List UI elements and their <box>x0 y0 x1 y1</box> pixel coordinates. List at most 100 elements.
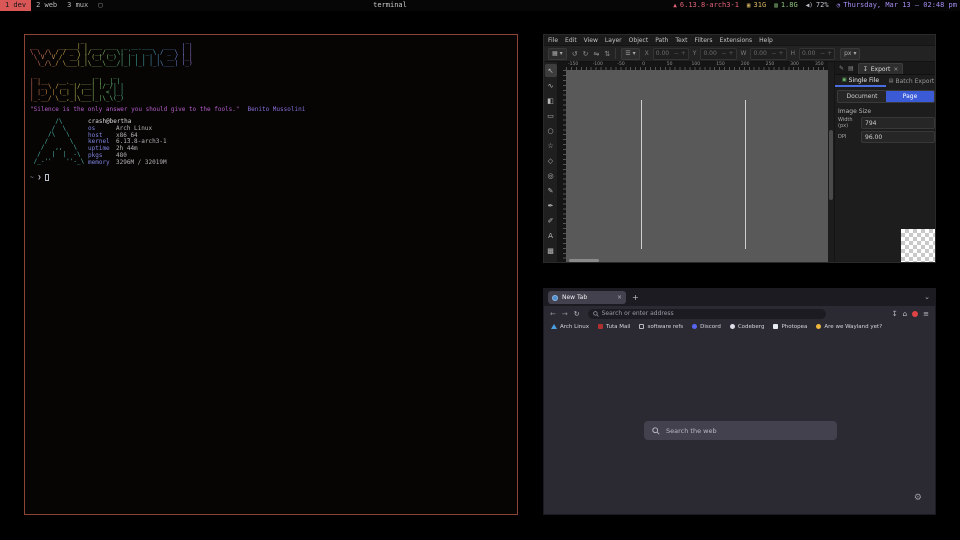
rotate-cw-icon[interactable]: ↻ <box>583 50 589 58</box>
export-area-page-button[interactable]: Page <box>886 91 934 102</box>
inkscape-canvas[interactable] <box>566 70 828 263</box>
menu-extensions[interactable]: Extensions <box>720 37 753 44</box>
gradient-tool[interactable]: ▩ <box>545 244 557 257</box>
ruler-label: 50 <box>667 62 673 67</box>
menu-icon[interactable]: ≡ <box>923 310 929 318</box>
home-icon[interactable]: ⌂ <box>903 310 907 318</box>
volume-text: 72% <box>816 0 829 11</box>
width-input[interactable]: 794 <box>861 117 935 129</box>
export-tab-batch-export[interactable]: ▤Batch Export <box>886 75 936 87</box>
shape-builder-tool[interactable]: ◧ <box>545 94 557 107</box>
menu-view[interactable]: View <box>584 37 598 44</box>
text-tool[interactable]: A <box>545 229 557 242</box>
kernel-icon: ▲ <box>673 0 677 11</box>
bookmark-codeberg[interactable]: Codeberg <box>730 324 765 330</box>
field-h[interactable]: 0.00−+ <box>799 48 835 60</box>
selector-tool[interactable]: ↖ <box>545 64 557 77</box>
flip-horizontal-icon[interactable]: ⇋ <box>593 50 599 58</box>
workspace-dev[interactable]: 1 dev <box>0 0 31 11</box>
calligraphy-tool[interactable]: ✐ <box>545 214 557 227</box>
rectangle-tool[interactable]: ▭ <box>545 109 557 122</box>
plus-icon[interactable]: + <box>827 50 832 57</box>
snap-dropdown[interactable]: ☰▾ <box>621 48 639 60</box>
plus-icon[interactable]: + <box>728 50 733 57</box>
workspace-web[interactable]: 2 web <box>31 0 62 11</box>
box3d-tool[interactable]: ◇ <box>545 154 557 167</box>
menu-edit[interactable]: Edit <box>565 37 577 44</box>
rotate-ccw-icon[interactable]: ↺ <box>572 50 578 58</box>
new-tab-button[interactable]: + <box>632 293 639 302</box>
terminal-window[interactable]: _ _ __ _____| | ___ ___ _ __ ___ ___ | |… <box>24 34 518 515</box>
width-label: Width (px) <box>838 117 858 129</box>
quote-line: "Silence is the only answer you should g… <box>30 106 305 113</box>
vertical-scrollbar-thumb[interactable] <box>829 130 833 200</box>
horizontal-scrollbar-thumb[interactable] <box>569 259 599 262</box>
bookmark-discord[interactable]: Discord <box>692 324 721 330</box>
clock-module[interactable]: ◔Thursday, Mar 13 — 02:48 pm <box>837 0 957 11</box>
node-tool[interactable]: ∿ <box>545 79 557 92</box>
field-w[interactable]: 0.00−+ <box>750 48 786 60</box>
disk-module[interactable]: ▣31G <box>747 0 766 11</box>
field-x[interactable]: 0.00−+ <box>653 48 689 60</box>
vertical-ruler[interactable] <box>558 70 566 263</box>
field-y[interactable]: 0.00−+ <box>700 48 736 60</box>
shell-prompt[interactable]: ~ ❯ <box>30 174 49 181</box>
menu-layer[interactable]: Layer <box>605 37 622 44</box>
close-icon[interactable]: × <box>893 66 898 73</box>
field-value: 0.00 <box>703 50 719 57</box>
extension-icon[interactable] <box>912 311 918 317</box>
star-tool[interactable]: ☆ <box>545 139 557 152</box>
inkscape-window[interactable]: File Edit View Layer Object Path Text Filters Ex… <box>543 34 936 263</box>
minus-icon[interactable]: − <box>771 50 776 57</box>
forward-icon[interactable]: → <box>562 310 568 318</box>
bookmark-photopea[interactable]: Photopea <box>773 324 807 330</box>
bookmark-folder[interactable]: software refs <box>639 324 683 330</box>
menu-help[interactable]: Help <box>759 37 773 44</box>
memory-module[interactable]: ▥1.8G <box>774 0 797 11</box>
kernel-module[interactable]: ▲6.13.8-arch3-1 <box>673 0 739 11</box>
volume-module[interactable]: ◀)72% <box>806 0 829 11</box>
plus-icon[interactable]: + <box>681 50 686 57</box>
bookmark-wayland[interactable]: Are we Wayland yet? <box>816 324 882 330</box>
flip-vertical-icon[interactable]: ⇅ <box>604 50 610 58</box>
selection-mode-dropdown[interactable]: ▦▾ <box>548 48 567 60</box>
dpi-row: DPI 96.00 <box>838 131 935 143</box>
export-icon: ↧ <box>863 66 868 73</box>
minus-icon[interactable]: − <box>820 50 825 57</box>
menu-text[interactable]: Text <box>675 37 687 44</box>
reload-icon[interactable]: ↻ <box>574 310 580 318</box>
workspace-empty[interactable]: ▢ <box>93 0 107 11</box>
bookmark-tuta[interactable]: Tuta Mail <box>598 324 630 330</box>
menu-filters[interactable]: Filters <box>695 37 713 44</box>
spiral-tool[interactable]: ◎ <box>545 169 557 182</box>
list-all-tabs-icon[interactable]: ⌄ <box>924 293 930 301</box>
gear-icon[interactable]: ⚙ <box>914 494 922 503</box>
export-dialog-tab[interactable]: ↧ Export × <box>858 63 904 74</box>
url-bar[interactable]: Search or enter address <box>588 309 826 319</box>
ellipse-tool[interactable]: ○ <box>545 124 557 137</box>
browser-window[interactable]: New Tab × + ⌄ ← → ↻ Search or enter addr… <box>543 288 936 515</box>
active-tab[interactable]: New Tab × <box>548 291 626 304</box>
minus-icon[interactable]: − <box>674 50 679 57</box>
pen-tool[interactable]: ✒ <box>545 199 557 212</box>
plus-icon[interactable]: + <box>778 50 783 57</box>
horizontal-ruler[interactable]: -150-100-50050100150200250300350 <box>566 62 828 70</box>
browser-tab-bar: New Tab × + ⌄ <box>544 289 935 306</box>
dpi-input[interactable]: 96.00 <box>861 131 935 143</box>
layers-dialog-icon[interactable]: ▤ <box>848 65 854 74</box>
menu-file[interactable]: File <box>548 37 558 44</box>
minus-icon[interactable]: − <box>721 50 726 57</box>
back-icon[interactable]: ← <box>550 310 556 318</box>
pencil-tool[interactable]: ✎ <box>545 184 557 197</box>
tab-close-icon[interactable]: × <box>617 294 622 301</box>
export-tab-single-file[interactable]: ▣Single File <box>835 75 886 87</box>
downloads-icon[interactable]: ↧ <box>892 310 898 318</box>
export-area-document-button[interactable]: Document <box>838 91 886 102</box>
pencil-dialog-icon[interactable]: ✎ <box>839 65 844 74</box>
menu-path[interactable]: Path <box>655 37 668 44</box>
web-search-box[interactable]: Search the web <box>644 421 837 440</box>
unit-dropdown[interactable]: px▾ <box>840 48 860 60</box>
workspace-mux[interactable]: 3 mux <box>62 0 93 11</box>
bookmark-arch[interactable]: Arch Linux <box>551 324 589 330</box>
menu-object[interactable]: Object <box>629 37 649 44</box>
